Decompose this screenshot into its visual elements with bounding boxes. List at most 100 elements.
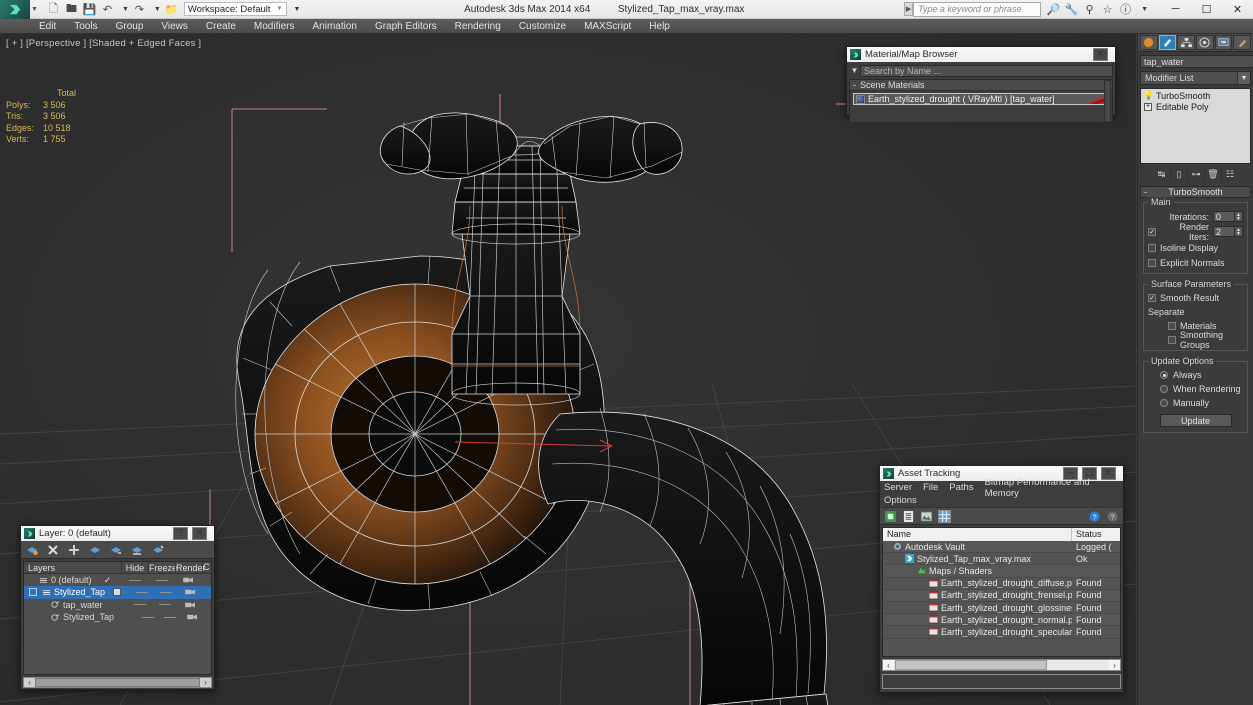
table-row[interactable]: Autodesk Vault Logged ( [883, 541, 1120, 554]
material-map-browser-window[interactable]: Material/Map Browser ✕ ▼ Search by Name … [846, 46, 1116, 123]
select-highlighted-icon[interactable] [110, 544, 122, 556]
table-row[interactable]: Earth_stylized_drought_diffuse.png Found [883, 577, 1120, 590]
hide-unhide-icon[interactable] [152, 544, 164, 556]
at-menu-paths[interactable]: Paths [949, 482, 973, 493]
highlight-selected-icon[interactable] [131, 544, 143, 556]
workspace-dropdown-icon[interactable]: ▼ [294, 6, 301, 13]
group-collapse-icon[interactable]: - [853, 80, 856, 90]
render-toggle[interactable] [178, 588, 202, 596]
redo-dropdown-icon[interactable]: ▼ [154, 6, 161, 13]
at-menu-server[interactable]: Server [884, 482, 912, 493]
refresh-icon[interactable] [884, 510, 897, 523]
update-option-manually[interactable]: Manually [1148, 397, 1243, 409]
help-icon[interactable]: ⓘ [1119, 3, 1132, 16]
modifier-stack-item[interactable]: + Editable Poly [1142, 101, 1249, 112]
scroll-right-icon[interactable]: › [200, 678, 211, 687]
asset-tracking-window[interactable]: Asset Tracking ─ ☐ ✕ Server File Paths B… [879, 465, 1124, 693]
layer-checkbox[interactable] [28, 587, 38, 597]
modifier-stack-item[interactable]: 💡 TurboSmooth [1142, 90, 1249, 101]
menu-item-tools[interactable]: Tools [65, 19, 106, 34]
hide-toggle[interactable] [129, 591, 153, 593]
at-menu-file[interactable]: File [923, 482, 938, 493]
smooth-result-row[interactable]: ✓ Smooth Result [1148, 292, 1243, 304]
menu-item-views[interactable]: Views [152, 19, 197, 34]
rollout-collapse-icon[interactable]: - [1144, 187, 1147, 197]
scrollbar-thumb[interactable] [895, 660, 1047, 670]
viewport-label[interactable]: [ + ] [Perspective ] [Shaded + Edged Fac… [6, 38, 201, 49]
explicit-normals-row[interactable]: Explicit Normals [1148, 257, 1243, 269]
radio-when-rendering-icon[interactable] [1160, 385, 1168, 393]
render-toggle[interactable] [181, 613, 203, 621]
close-button[interactable]: ✕ [1222, 0, 1253, 19]
explicit-normals-checkbox[interactable] [1148, 259, 1156, 267]
column-header-layers[interactable]: Layers [24, 562, 121, 573]
iterations-spinner[interactable]: 0 ▲ ▼ [1213, 211, 1243, 222]
scene-materials-group[interactable]: - Scene Materials [850, 80, 1112, 91]
current-layer-check-icon[interactable]: ✓ [94, 575, 121, 586]
layer-panel-close-button[interactable]: ✕ [192, 527, 207, 540]
app-logo-button[interactable] [0, 0, 30, 19]
separate-smoothing-groups-checkbox[interactable] [1168, 336, 1176, 344]
layer-row[interactable]: 0 (default) ✓ [24, 574, 211, 586]
scroll-left-icon[interactable]: ‹ [24, 678, 35, 687]
hide-toggle[interactable] [128, 604, 153, 606]
pin-stack-icon[interactable]: ↹ [1153, 167, 1170, 181]
tab-motion[interactable] [1196, 35, 1214, 50]
render-iters-checkbox[interactable]: ✓ [1148, 227, 1156, 236]
update-option-when-rendering[interactable]: When Rendering [1148, 383, 1243, 395]
column-header-status[interactable]: Status [1072, 528, 1120, 541]
smooth-result-checkbox[interactable]: ✓ [1148, 294, 1156, 302]
undo-icon[interactable]: ↶ [100, 2, 115, 17]
hide-toggle[interactable] [121, 579, 148, 581]
tab-modify[interactable] [1158, 35, 1177, 50]
render-iters-value[interactable]: 2 [1213, 226, 1235, 237]
add-selection-icon[interactable] [68, 544, 80, 556]
iterations-value[interactable]: 0 [1213, 211, 1235, 222]
configure-modifier-sets-icon[interactable]: ☷ [1221, 167, 1238, 181]
bitmap-view-icon[interactable] [920, 510, 933, 523]
layer-row[interactable]: Stylized_Tap [24, 586, 211, 599]
plus-box-icon[interactable]: + [1144, 102, 1152, 111]
help-icon[interactable]: ? [1088, 510, 1101, 523]
spinner-arrows-icon[interactable]: ▲ ▼ [1235, 226, 1243, 237]
menu-item-create[interactable]: Create [197, 19, 245, 34]
radio-always-icon[interactable] [1160, 371, 1168, 379]
render-toggle[interactable] [178, 601, 203, 609]
update-button[interactable]: Update [1159, 414, 1232, 427]
table-row[interactable]: Earth_stylized_drought_frensel.png Found [883, 589, 1120, 602]
menu-item-graph-editors[interactable]: Graph Editors [366, 19, 446, 34]
subscription-icon[interactable]: ⚲ [1083, 3, 1096, 16]
freeze-toggle[interactable] [159, 616, 181, 618]
lightbulb-icon[interactable]: 💡 [1144, 91, 1154, 100]
menu-item-customize[interactable]: Customize [510, 19, 575, 34]
new-file-icon[interactable]: 🗋 [46, 2, 61, 17]
layer-list[interactable]: Layers Hide Freeze Render C 0 (default) … [23, 561, 212, 675]
remove-modifier-icon[interactable]: 🗑 [1204, 167, 1221, 181]
radio-manually-icon[interactable] [1160, 399, 1168, 407]
workspace-selector[interactable]: Workspace: Default ▼ [183, 2, 287, 16]
menu-item-help[interactable]: Help [640, 19, 679, 34]
freeze-toggle[interactable] [153, 604, 178, 606]
modifier-stack[interactable]: 💡 TurboSmooth + Editable Poly [1140, 88, 1251, 164]
material-list-item[interactable]: Earth_stylized_drought ( VRayMtl ) [tap_… [853, 93, 1109, 105]
separate-smoothing-groups-row[interactable]: Smoothing Groups [1148, 330, 1243, 350]
column-header-render[interactable]: Render [175, 562, 206, 573]
app-menu-caret-icon[interactable]: ▼ [31, 6, 38, 13]
favorites-star-icon[interactable]: ☆ [1101, 3, 1114, 16]
scroll-right-icon[interactable]: › [1109, 660, 1120, 670]
select-layer-objects-icon[interactable] [89, 544, 101, 556]
help-dropdown-icon[interactable]: ▼ [1141, 6, 1148, 13]
current-layer-toggle[interactable] [105, 588, 129, 597]
material-browser-scrollbar[interactable] [1104, 80, 1111, 122]
column-header-hide[interactable]: Hide [121, 562, 148, 573]
render-iters-spinner[interactable]: 2 ▲ ▼ [1213, 226, 1243, 237]
column-header-name[interactable]: Name [883, 528, 1072, 541]
open-file-icon[interactable]: 🖿 [64, 2, 79, 17]
scrollbar-thumb[interactable] [35, 678, 200, 687]
material-browser-close-button[interactable]: ✕ [1093, 48, 1108, 61]
minimize-button[interactable]: ─ [1160, 0, 1191, 19]
create-new-layer-icon[interactable] [26, 544, 38, 556]
menu-item-maxscript[interactable]: MAXScript [575, 19, 640, 34]
isoline-display-row[interactable]: Isoline Display [1148, 242, 1243, 254]
menu-item-group[interactable]: Group [107, 19, 153, 34]
